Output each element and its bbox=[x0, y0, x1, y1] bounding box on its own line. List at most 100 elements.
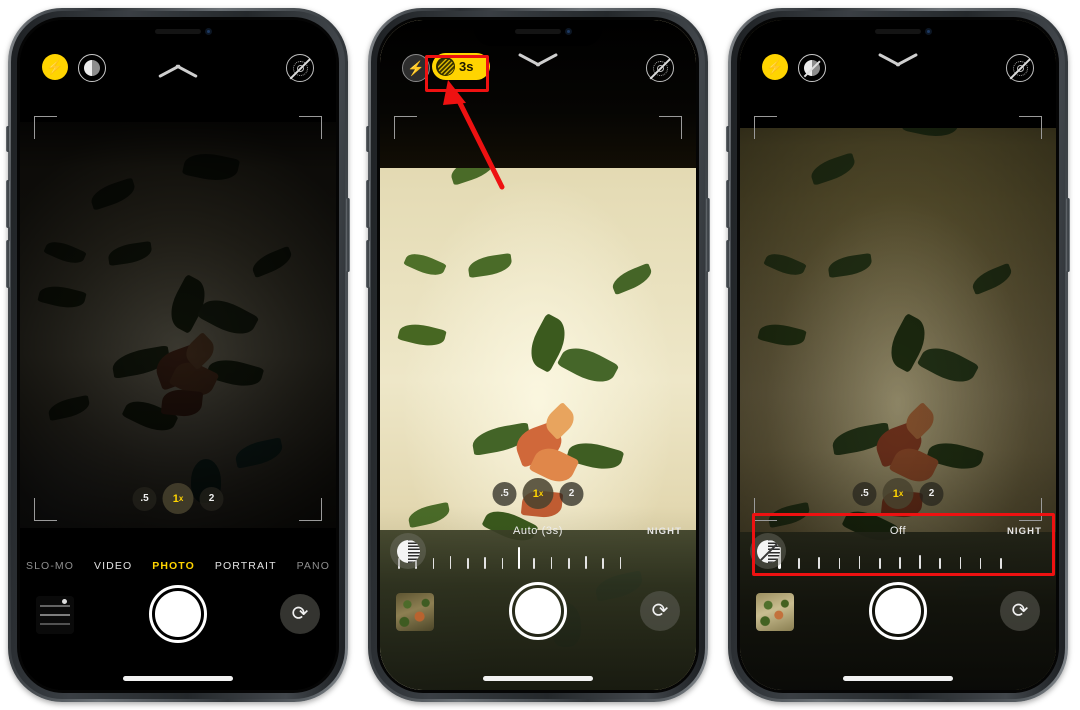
night-mode-slider-handle[interactable] bbox=[517, 547, 521, 569]
night-mode-off-icon[interactable] bbox=[798, 54, 826, 82]
volume-down-button[interactable] bbox=[726, 240, 730, 288]
zoom-option-0.5[interactable]: .5 bbox=[492, 481, 517, 506]
phone-bezel: .5 1x 2 ⚡ bbox=[737, 17, 1059, 693]
viewfinder[interactable]: .5 1x 2 bbox=[20, 98, 336, 528]
mute-switch[interactable] bbox=[6, 126, 10, 152]
power-button[interactable] bbox=[706, 198, 710, 272]
camera-app: .5 1x 2 ⚡ bbox=[20, 20, 336, 690]
zoom-option-1x-selected[interactable]: 1x bbox=[522, 478, 554, 509]
camera-app: .5 1x 2 ⚡ bbox=[740, 20, 1056, 690]
night-mode-slider-end-label: NIGHT bbox=[646, 526, 682, 537]
mode-selector[interactable]: SLO-MO VIDEO PHOTO PORTRAIT PANO bbox=[20, 560, 336, 572]
front-camera bbox=[565, 28, 572, 35]
framing-bracket-top-left bbox=[34, 116, 57, 139]
zoom-option-2[interactable]: 2 bbox=[559, 481, 584, 506]
zoom-option-2[interactable]: 2 bbox=[919, 481, 944, 506]
framing-bracket-top-left bbox=[394, 116, 417, 139]
chevron-down-icon[interactable] bbox=[516, 56, 560, 76]
camera-action-bar: ⟳ bbox=[20, 585, 336, 655]
thumbnail-carpet-image bbox=[396, 593, 434, 631]
live-photo-off-icon[interactable] bbox=[646, 54, 674, 82]
framing-bracket-top-right bbox=[299, 116, 322, 139]
front-camera bbox=[925, 28, 932, 35]
flash-icon[interactable]: ⚡ bbox=[762, 54, 788, 80]
camera-action-bar: ⟳ bbox=[740, 582, 1056, 652]
thumbnail-text-image bbox=[36, 596, 74, 634]
phone-1: .5 1x 2 ⚡ SLO-MO VIDEO PHOTO PORTRAIT PA… bbox=[6, 8, 350, 702]
zoom-option-1x-selected[interactable]: 1x bbox=[882, 478, 914, 509]
mode-photo[interactable]: PHOTO bbox=[152, 560, 195, 572]
framing-bracket-bottom-right bbox=[299, 498, 322, 521]
chevron-up-icon[interactable] bbox=[156, 56, 200, 76]
camera-top-bar: ⚡ bbox=[740, 52, 1056, 86]
night-mode-icon[interactable] bbox=[78, 54, 106, 82]
chevron-down-icon[interactable] bbox=[876, 56, 920, 76]
framing-bracket-top-left bbox=[754, 116, 777, 139]
live-photo-off-icon[interactable] bbox=[286, 54, 314, 82]
notch bbox=[114, 20, 242, 46]
phone-3: .5 1x 2 ⚡ Off NIGHT ⟳ bbox=[726, 8, 1070, 702]
volume-down-button[interactable] bbox=[6, 240, 10, 288]
notch bbox=[474, 20, 602, 46]
photo-library-thumbnail[interactable] bbox=[36, 596, 74, 634]
camera-flip-button[interactable]: ⟳ bbox=[1000, 591, 1040, 631]
home-indicator[interactable] bbox=[843, 676, 953, 681]
mute-switch[interactable] bbox=[726, 126, 730, 152]
highlight-night-slider bbox=[752, 513, 1055, 576]
night-mode-toggle-button[interactable] bbox=[390, 533, 426, 569]
pointer-arrow bbox=[443, 80, 505, 190]
photo-library-thumbnail[interactable] bbox=[396, 593, 434, 631]
viewfinder-image bbox=[20, 98, 336, 528]
moon-glyph bbox=[84, 60, 100, 76]
front-camera bbox=[205, 28, 212, 35]
shutter-button[interactable] bbox=[869, 582, 927, 640]
night-mode-slider[interactable]: Auto (3s) NIGHT bbox=[380, 525, 696, 589]
notch bbox=[834, 20, 962, 46]
earpiece-speaker bbox=[155, 29, 201, 34]
mode-pano[interactable]: PANO bbox=[297, 560, 330, 572]
earpiece-speaker bbox=[515, 29, 561, 34]
home-indicator[interactable] bbox=[123, 676, 233, 681]
earpiece-speaker bbox=[875, 29, 921, 34]
mode-portrait[interactable]: PORTRAIT bbox=[215, 560, 277, 572]
mute-switch[interactable] bbox=[366, 126, 370, 152]
volume-down-button[interactable] bbox=[366, 240, 370, 288]
volume-up-button[interactable] bbox=[726, 180, 730, 228]
mode-video[interactable]: VIDEO bbox=[94, 560, 132, 572]
photo-library-thumbnail[interactable] bbox=[756, 593, 794, 631]
shutter-button[interactable] bbox=[149, 585, 207, 643]
framing-bracket-top-right bbox=[1019, 116, 1042, 139]
camera-flip-icon: ⟳ bbox=[651, 600, 669, 622]
power-button[interactable] bbox=[346, 198, 350, 272]
zoom-option-2[interactable]: 2 bbox=[199, 486, 224, 511]
phone-screen: .5 1x 2 ⚡ bbox=[740, 20, 1056, 690]
camera-flip-icon: ⟳ bbox=[291, 603, 309, 625]
live-photo-off-icon[interactable] bbox=[1006, 54, 1034, 82]
mode-slo-mo[interactable]: SLO-MO bbox=[26, 560, 74, 572]
volume-up-button[interactable] bbox=[6, 180, 10, 228]
thumbnail-carpet-image bbox=[756, 593, 794, 631]
power-button[interactable] bbox=[1066, 198, 1070, 272]
camera-flip-icon: ⟳ bbox=[1011, 600, 1029, 622]
zoom-controls[interactable]: .5 1x 2 bbox=[492, 478, 584, 509]
camera-top-bar: ⚡ bbox=[20, 52, 336, 86]
camera-action-bar: ⟳ bbox=[380, 582, 696, 652]
zoom-option-0.5[interactable]: .5 bbox=[132, 486, 157, 511]
zoom-controls[interactable]: .5 1x 2 bbox=[132, 483, 224, 514]
phone-bezel: .5 1x 2 ⚡ bbox=[17, 17, 339, 693]
night-mode-slider-label: Auto (3s) bbox=[512, 525, 564, 537]
framing-bracket-top-right bbox=[659, 116, 682, 139]
camera-flip-button[interactable]: ⟳ bbox=[280, 594, 320, 634]
volume-up-button[interactable] bbox=[366, 180, 370, 228]
camera-flip-button[interactable]: ⟳ bbox=[640, 591, 680, 631]
home-indicator[interactable] bbox=[483, 676, 593, 681]
zoom-option-0.5[interactable]: .5 bbox=[852, 481, 877, 506]
framing-bracket-bottom-left bbox=[34, 498, 57, 521]
screenshot-root: .5 1x 2 ⚡ SLO-MO VIDEO PHOTO PORTRAIT PA… bbox=[0, 0, 1080, 710]
zoom-option-1x-selected[interactable]: 1x bbox=[162, 483, 194, 514]
night-mode-slider-track[interactable] bbox=[398, 547, 686, 569]
zoom-controls[interactable]: .5 1x 2 bbox=[852, 478, 944, 509]
shutter-button[interactable] bbox=[509, 582, 567, 640]
flash-icon[interactable]: ⚡ bbox=[42, 54, 68, 80]
night-mode-toggle-icon bbox=[396, 539, 420, 563]
